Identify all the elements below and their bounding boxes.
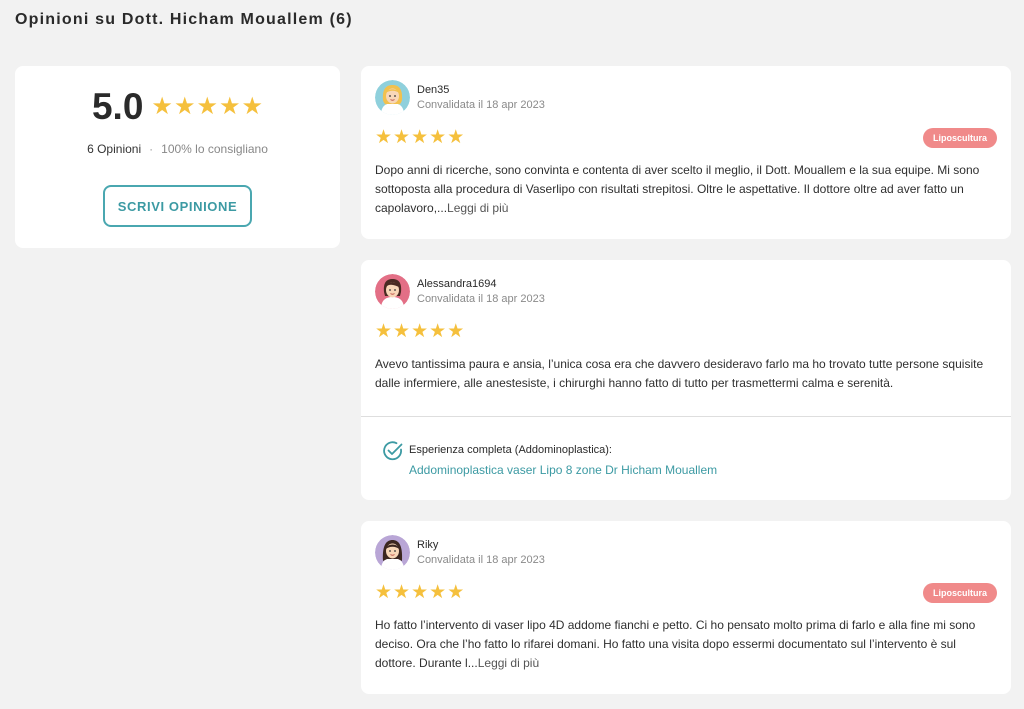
review-stars: ★ ★ ★ ★ ★	[375, 322, 464, 341]
score-row: 5.0 ★ ★ ★ ★ ★	[15, 86, 340, 128]
review-card: Riky Convalidata il 18 apr 2023 ★ ★ ★ ★ ★ Li…	[361, 521, 1011, 694]
review-date: Convalidata il 18 apr 2023	[417, 554, 545, 566]
check-circle-icon	[383, 441, 403, 461]
average-stars: ★ ★ ★ ★ ★	[151, 95, 263, 119]
star-icon: ★	[196, 93, 218, 120]
woman-blonde-avatar-icon	[375, 80, 410, 115]
read-more-link[interactable]: Leggi di più	[447, 201, 508, 215]
review-author: Den35	[417, 84, 450, 96]
summary-meta: 6 Opinioni · 100% lo consigliano	[15, 142, 340, 156]
review-stars: ★ ★ ★ ★ ★	[375, 128, 464, 147]
star-icon: ★	[393, 127, 411, 148]
star-icon: ★	[375, 321, 393, 342]
write-review-button[interactable]: SCRIVI OPINIONE	[103, 185, 252, 227]
recommend-percent: 100% lo consigliano	[161, 142, 268, 156]
woman-long-hair-avatar-icon	[375, 535, 410, 570]
woman-dark-hair-avatar-icon	[375, 274, 410, 309]
experience-link[interactable]: Addominoplastica vaser Lipo 8 zone Dr Hi…	[409, 463, 717, 477]
star-icon: ★	[429, 321, 447, 342]
review-author: Riky	[417, 539, 439, 551]
star-icon: ★	[447, 127, 465, 148]
average-score: 5.0	[91, 86, 144, 127]
review-text: Avevo tantissima paura e ansia, l’unica …	[375, 355, 997, 393]
meta-separator: ·	[149, 142, 154, 156]
star-icon: ★	[429, 127, 447, 148]
opinions-count: 6 Opinioni	[87, 142, 142, 156]
star-icon: ★	[411, 127, 429, 148]
review-author: Alessandra1694	[417, 278, 497, 290]
review-date: Convalidata il 18 apr 2023	[417, 99, 545, 111]
star-icon: ★	[393, 321, 411, 342]
star-icon: ★	[151, 93, 173, 120]
experience-label: Esperienza completa (Addominoplastica):	[409, 444, 612, 456]
review-card: Alessandra1694 Convalidata il 18 apr 202…	[361, 260, 1011, 500]
star-icon: ★	[447, 321, 465, 342]
star-icon: ★	[411, 582, 429, 603]
service-badge: Liposcultura	[922, 583, 997, 603]
review-text: Dopo anni di ricerche, sono convinta e c…	[375, 161, 997, 218]
page-title: Opinioni su Dott. Hicham Mouallem (6)	[15, 11, 353, 28]
star-icon: ★	[429, 582, 447, 603]
review-body: Ho fatto l’intervento di vaser lipo 4D a…	[375, 618, 976, 670]
star-icon: ★	[173, 93, 196, 120]
star-icon: ★	[393, 582, 411, 603]
rating-summary-card: 5.0 ★ ★ ★ ★ ★ 6 Opinioni · 100% lo consiglia…	[15, 66, 340, 248]
service-badge: Liposcultura	[922, 128, 997, 148]
card-divider	[361, 416, 1011, 417]
review-date: Convalidata il 18 apr 2023	[417, 293, 545, 305]
star-icon: ★	[375, 582, 393, 603]
star-icon: ★	[447, 582, 465, 603]
star-icon: ★	[375, 127, 393, 148]
review-text: Ho fatto l’intervento di vaser lipo 4D a…	[375, 616, 997, 673]
review-card: Den35 Convalidata il 18 apr 2023 ★ ★ ★ ★ ★ L…	[361, 66, 1011, 239]
star-icon: ★	[218, 93, 241, 120]
review-stars: ★ ★ ★ ★ ★	[375, 583, 464, 602]
review-body: Avevo tantissima paura e ansia, l’unica …	[375, 357, 984, 390]
star-icon: ★	[241, 93, 263, 120]
star-icon: ★	[411, 321, 429, 342]
read-more-link[interactable]: Leggi di più	[478, 656, 539, 670]
